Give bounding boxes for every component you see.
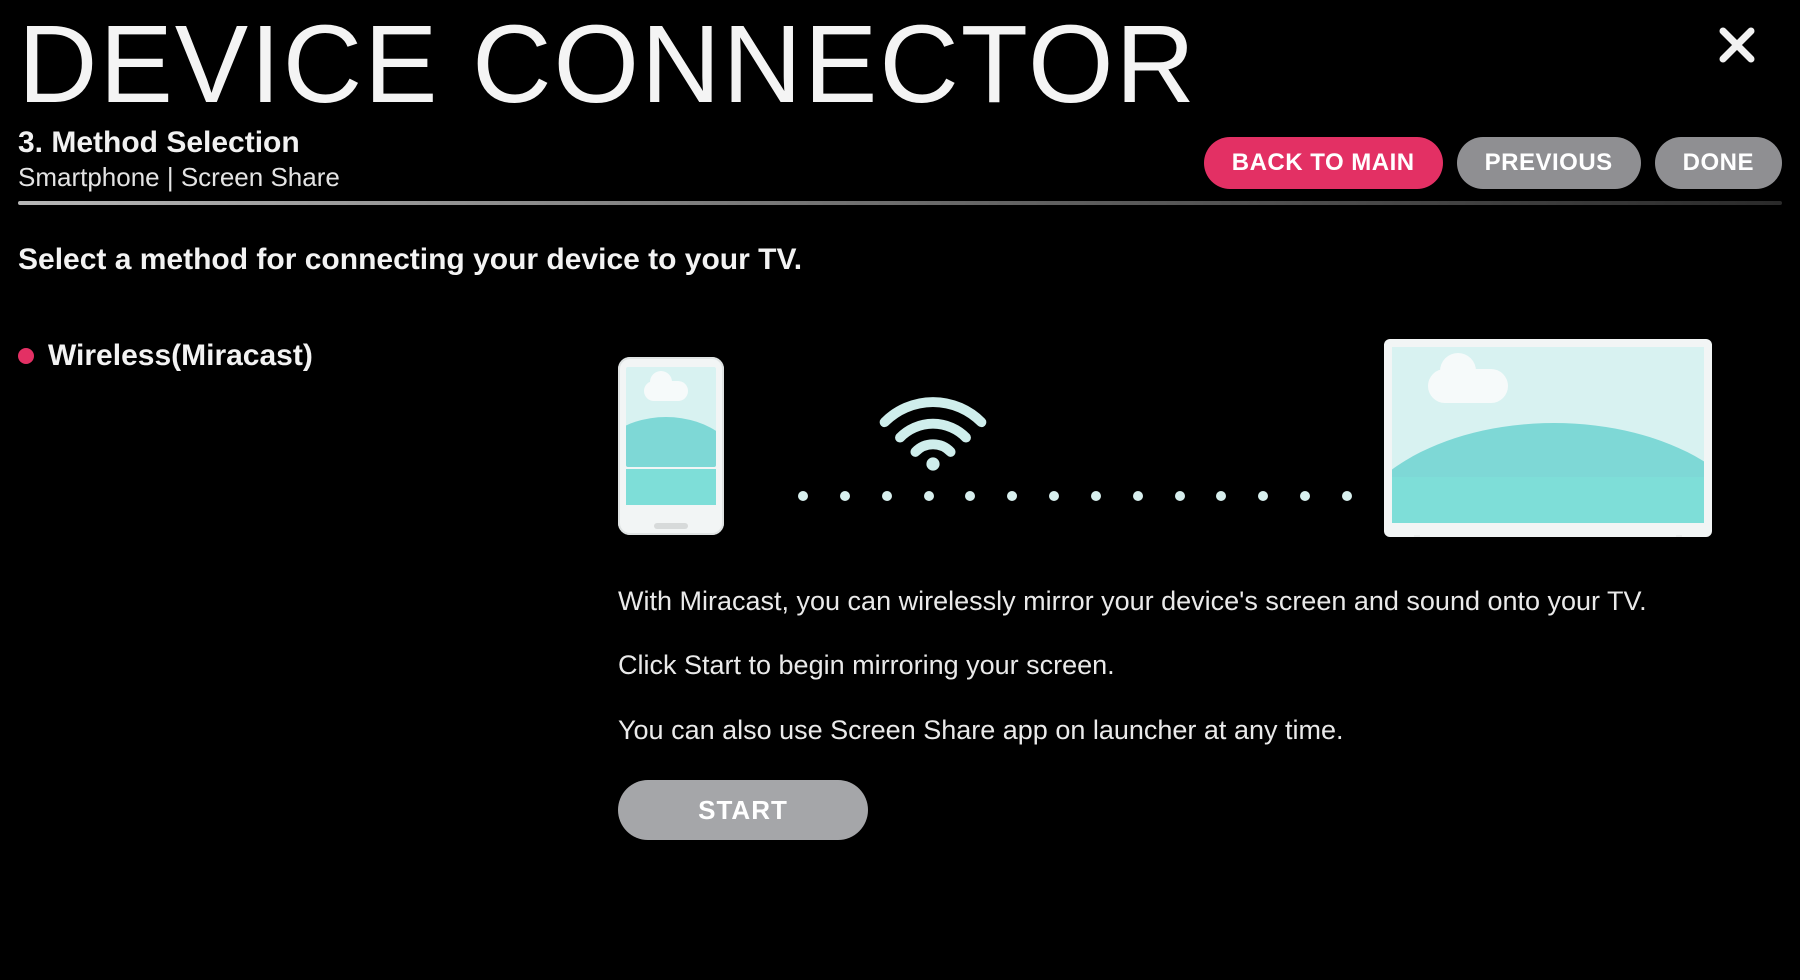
device-connector-screen: DEVICE CONNECTOR 3. Method Selection Sma…	[0, 0, 1800, 980]
method-description: With Miracast, you can wirelessly mirror…	[618, 583, 1712, 748]
tv-icon	[1384, 339, 1712, 537]
subheader-left: 3. Method Selection Smartphone | Screen …	[18, 126, 1184, 193]
back-to-main-button[interactable]: BACK TO MAIN	[1204, 137, 1443, 189]
subheader-row: 3. Method Selection Smartphone | Screen …	[18, 126, 1782, 193]
description-line: You can also use Screen Share app on lau…	[618, 712, 1712, 748]
option-label: Wireless(Miracast)	[48, 339, 313, 373]
breadcrumb: Smartphone | Screen Share	[18, 162, 1184, 193]
start-button[interactable]: START	[618, 780, 868, 840]
connection-dots-icon	[798, 491, 1352, 501]
wifi-icon	[878, 391, 988, 471]
option-wireless-miracast[interactable]: Wireless(Miracast)	[18, 339, 598, 373]
prompt-text: Select a method for connecting your devi…	[18, 243, 1782, 277]
method-options-list: Wireless(Miracast)	[18, 339, 598, 373]
phone-icon	[618, 357, 724, 535]
description-line: Click Start to begin mirroring your scre…	[618, 647, 1712, 683]
step-title: 3. Method Selection	[18, 126, 1184, 160]
header-divider	[18, 201, 1782, 205]
close-icon	[1716, 24, 1758, 66]
close-button[interactable]	[1716, 24, 1758, 66]
miracast-illustration	[618, 339, 1712, 549]
method-detail-panel: With Miracast, you can wirelessly mirror…	[598, 339, 1782, 840]
nav-buttons: BACK TO MAIN PREVIOUS DONE	[1204, 137, 1782, 193]
radio-selected-icon	[18, 348, 34, 364]
description-line: With Miracast, you can wirelessly mirror…	[618, 583, 1712, 619]
previous-button[interactable]: PREVIOUS	[1457, 137, 1641, 189]
done-button[interactable]: DONE	[1655, 137, 1782, 189]
app-title: DEVICE CONNECTOR	[18, 10, 1782, 120]
body-row: Wireless(Miracast)	[18, 339, 1782, 840]
